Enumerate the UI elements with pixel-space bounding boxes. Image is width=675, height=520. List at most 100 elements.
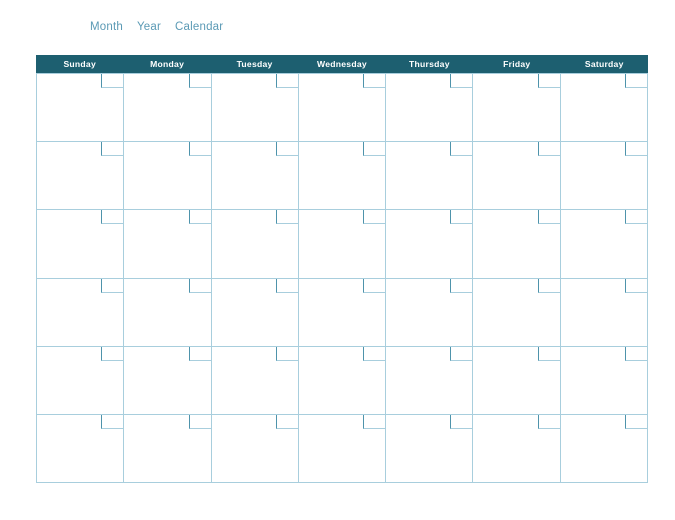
- calendar-day-cell-friday-week-2[interactable]: [473, 142, 561, 211]
- calendar-day-cell-saturday-week-3[interactable]: [560, 210, 648, 279]
- date-number-box: [624, 74, 647, 88]
- date-number: [364, 142, 385, 155]
- date-number-box: [537, 210, 560, 225]
- date-number: [539, 347, 560, 360]
- date-number: [277, 210, 298, 223]
- calendar-day-cell-tuesday-week-1[interactable]: [211, 74, 299, 143]
- calendar-day-cell-monday-week-1[interactable]: [124, 74, 212, 143]
- calendar-day-cell-thursday-week-2[interactable]: [386, 142, 474, 211]
- calendar-day-cell-monday-week-6[interactable]: [124, 414, 212, 484]
- calendar-day-cell-saturday-week-5[interactable]: [560, 346, 648, 415]
- date-number-box: [363, 278, 386, 293]
- calendar-day-cell-wednesday-week-6[interactable]: [298, 414, 387, 484]
- calendar-day-cell-saturday-week-2[interactable]: [560, 142, 648, 211]
- date-number: [626, 347, 647, 360]
- calendar-day-cell-wednesday-week-5[interactable]: [298, 346, 387, 415]
- date-number: [539, 74, 560, 87]
- date-number-box: [450, 278, 473, 293]
- calendar-day-cell-wednesday-week-1[interactable]: [298, 74, 387, 143]
- calendar-body: [36, 73, 648, 484]
- calendar-day-cell-tuesday-week-3[interactable]: [211, 210, 299, 279]
- date-number-box: [101, 346, 124, 361]
- date-number: [277, 142, 298, 155]
- calendar-day-cell-thursday-week-3[interactable]: [386, 210, 474, 279]
- date-number-box: [450, 414, 473, 429]
- calendar-day-cell-monday-week-2[interactable]: [124, 142, 212, 211]
- calendar-day-cell-monday-week-5[interactable]: [124, 346, 212, 415]
- date-number-box: [188, 74, 211, 88]
- calendar-week-row: [37, 142, 648, 211]
- date-number: [364, 347, 385, 360]
- date-number: [102, 347, 123, 360]
- weekday-header-row: Sunday Monday Tuesday Wednesday Thursday…: [36, 55, 648, 73]
- calendar-day-cell-friday-week-5[interactable]: [473, 346, 561, 415]
- weekday-header-friday: Friday: [503, 59, 531, 69]
- calendar-day-cell-saturday-week-1[interactable]: [560, 74, 648, 143]
- date-number-box: [275, 414, 298, 429]
- date-number-box: [188, 414, 211, 429]
- calendar-week-row: [37, 278, 648, 347]
- calendar-day-cell-sunday-week-1[interactable]: [37, 74, 125, 143]
- calendar-week-row: [37, 414, 648, 484]
- calendar-day-cell-monday-week-4[interactable]: [124, 278, 212, 347]
- calendar-day-cell-sunday-week-4[interactable]: [37, 278, 125, 347]
- calendar-day-cell-thursday-week-6[interactable]: [386, 414, 474, 484]
- calendar-day-cell-thursday-week-5[interactable]: [386, 346, 474, 415]
- date-number: [102, 74, 123, 87]
- weekday-header-wednesday: Wednesday: [317, 59, 367, 69]
- date-number: [364, 74, 385, 87]
- date-number-box: [363, 142, 386, 157]
- calendar-day-cell-tuesday-week-4[interactable]: [211, 278, 299, 347]
- calendar-day-cell-thursday-week-1[interactable]: [386, 74, 474, 143]
- date-number-box: [101, 74, 124, 88]
- date-number-box: [188, 278, 211, 293]
- date-number: [277, 74, 298, 87]
- weekday-header-saturday: Saturday: [584, 59, 624, 69]
- calendar-day-cell-friday-week-1[interactable]: [473, 74, 561, 143]
- date-number: [451, 142, 472, 155]
- calendar-day-cell-friday-week-4[interactable]: [473, 278, 561, 347]
- date-number-box: [537, 346, 560, 361]
- date-number: [102, 142, 123, 155]
- date-number-box: [363, 414, 386, 429]
- date-number-box: [101, 414, 124, 429]
- date-number: [190, 347, 211, 360]
- calendar-day-cell-tuesday-week-5[interactable]: [211, 346, 299, 415]
- date-number-box: [537, 74, 560, 88]
- date-number-box: [450, 74, 473, 88]
- calendar-day-cell-wednesday-week-2[interactable]: [298, 142, 387, 211]
- calendar-grid: Sunday Monday Tuesday Wednesday Thursday…: [36, 55, 648, 484]
- date-number: [539, 415, 560, 428]
- calendar-day-cell-monday-week-3[interactable]: [124, 210, 212, 279]
- calendar-day-cell-tuesday-week-2[interactable]: [211, 142, 299, 211]
- date-number: [190, 210, 211, 223]
- calendar-day-cell-sunday-week-6[interactable]: [37, 414, 125, 484]
- date-number: [190, 415, 211, 428]
- calendar-day-cell-friday-week-6[interactable]: [473, 414, 561, 484]
- calendar-day-cell-thursday-week-4[interactable]: [386, 278, 474, 347]
- date-number-box: [101, 142, 124, 157]
- date-number: [539, 210, 560, 223]
- date-number: [190, 279, 211, 292]
- calendar-day-cell-sunday-week-2[interactable]: [37, 142, 125, 211]
- date-number-box: [275, 74, 298, 88]
- date-number: [102, 415, 123, 428]
- date-number-box: [450, 142, 473, 157]
- calendar-day-cell-saturday-week-4[interactable]: [560, 278, 648, 347]
- calendar-day-cell-wednesday-week-3[interactable]: [298, 210, 387, 279]
- date-number: [451, 210, 472, 223]
- calendar-week-row: [37, 74, 648, 143]
- calendar-day-cell-sunday-week-3[interactable]: [37, 210, 125, 279]
- calendar-day-cell-sunday-week-5[interactable]: [37, 346, 125, 415]
- date-number-box: [624, 414, 647, 429]
- calendar-day-cell-friday-week-3[interactable]: [473, 210, 561, 279]
- date-number-box: [188, 142, 211, 157]
- calendar-day-cell-wednesday-week-4[interactable]: [298, 278, 387, 347]
- date-number: [539, 279, 560, 292]
- date-number: [626, 142, 647, 155]
- calendar-day-cell-tuesday-week-6[interactable]: [211, 414, 299, 484]
- date-number: [364, 415, 385, 428]
- date-number-box: [101, 278, 124, 293]
- calendar-day-cell-saturday-week-6[interactable]: [560, 414, 648, 484]
- date-number: [190, 142, 211, 155]
